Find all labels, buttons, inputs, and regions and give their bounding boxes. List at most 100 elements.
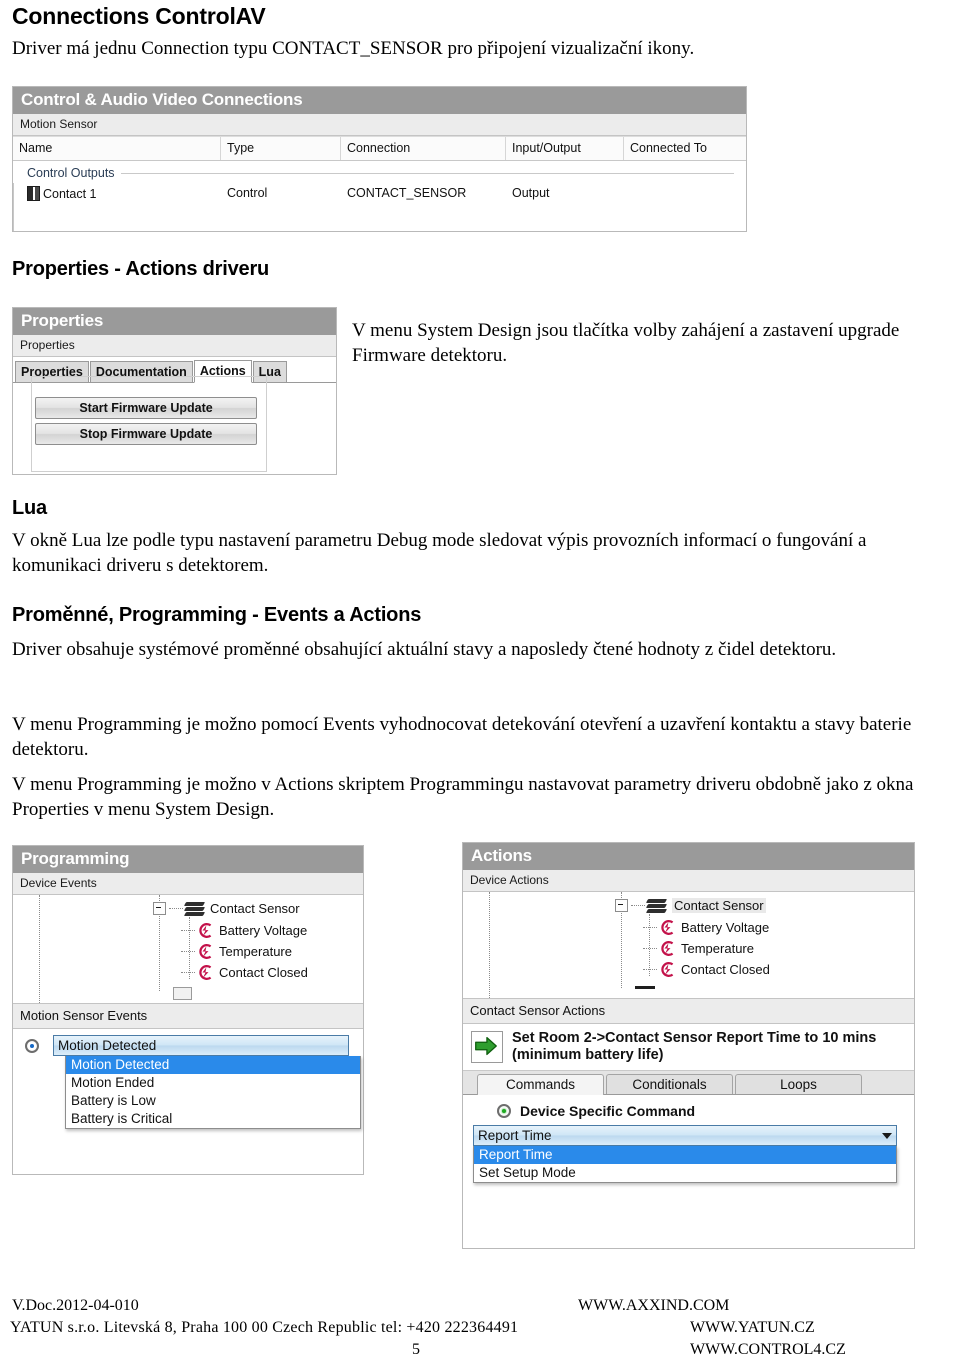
tab-conditionals[interactable]: Conditionals <box>606 1074 733 1094</box>
section4-paragraph-3: V menu Programming je možno v Actions sk… <box>12 774 914 820</box>
connections-table: Name Type Connection Input/Output Connec… <box>13 136 746 231</box>
cell-connection: CONTACT_SENSOR <box>347 186 467 200</box>
tree-node-contact-sensor[interactable]: Contact Sensor <box>615 898 766 913</box>
tree-dotted-connector <box>181 951 195 952</box>
footer-company-line: YATUN s.r.o. Litevská 8, Praha 100 00 Cz… <box>10 1319 519 1336</box>
cell-input-output: Output <box>512 186 550 200</box>
connections-panel-subtitle: Motion Sensor <box>13 114 746 136</box>
document-page: Connections ControlAV Driver má jednu Co… <box>0 0 960 1368</box>
tree-node-battery-voltage[interactable]: Battery Voltage <box>181 922 307 939</box>
command-combo-value: Report Time <box>478 1128 552 1143</box>
actions-pane-frame <box>31 376 267 472</box>
section4-paragraph-2: V menu Programming je možno pomocí Event… <box>12 714 912 760</box>
page-number: 5 <box>412 1341 420 1358</box>
contact-icon <box>27 186 40 201</box>
tree-partial-expander-icon[interactable] <box>173 987 192 1000</box>
footer-line-3: 5 WWW.CONTROL4.CZ <box>0 1340 960 1360</box>
properties-panel-subtitle: Properties <box>13 335 336 357</box>
connections-group-row: Control Outputs <box>13 161 746 182</box>
tree-node-label: Contact Sensor <box>210 901 300 916</box>
collapse-icon[interactable] <box>153 902 166 915</box>
contact-sensor-icon <box>645 898 668 913</box>
column-header-connected-to[interactable]: Connected To <box>624 137 746 160</box>
tree-dotted-connector <box>169 908 183 909</box>
connections-table-header: Name Type Connection Input/Output Connec… <box>13 136 746 161</box>
group-divider <box>120 172 734 174</box>
event-bolt-icon <box>197 922 214 939</box>
tree-node-label: Temperature <box>681 941 754 956</box>
cell-type: Control <box>227 186 268 200</box>
event-radio-button[interactable] <box>25 1038 39 1053</box>
tree-node-temperature[interactable]: Temperature <box>643 940 754 957</box>
action-bolt-icon <box>659 940 676 957</box>
action-item-row[interactable]: Set Room 2->Contact Sensor Report Time t… <box>463 1024 914 1071</box>
device-specific-command-row[interactable]: Device Specific Command <box>463 1095 914 1125</box>
dropdown-option-battery-is-low[interactable]: Battery is Low <box>66 1092 360 1110</box>
section3-heading: Lua <box>12 497 47 519</box>
tree-scroll-marker <box>635 986 655 989</box>
cell-name-label: Contact 1 <box>43 187 97 201</box>
section2-heading: Properties - Actions driveru <box>12 258 270 280</box>
event-bolt-icon <box>197 964 214 981</box>
dropdown-option-motion-detected[interactable]: Motion Detected <box>66 1056 360 1074</box>
section4-paragraph-1: Driver obsahuje systémové proměnné obsah… <box>12 639 837 660</box>
properties-panel: Properties Properties Properties Documen… <box>12 307 337 475</box>
event-combo-row: Motion Detected <box>13 1035 363 1056</box>
command-dropdown-list[interactable]: Report Time Set Setup Mode <box>473 1146 897 1183</box>
tree-node-contact-closed[interactable]: Contact Closed <box>643 961 770 978</box>
dropdown-option-report-time[interactable]: Report Time <box>474 1146 896 1164</box>
tree-node-label: Battery Voltage <box>219 923 308 938</box>
device-events-tree: Contact Sensor Battery Voltage Temperatu… <box>13 895 363 1003</box>
tree-dotted-connector <box>643 948 657 949</box>
dropdown-option-battery-is-critical[interactable]: Battery is Critical <box>66 1110 360 1128</box>
event-bolt-icon <box>197 943 214 960</box>
command-combo[interactable]: Report Time <box>473 1125 897 1146</box>
column-header-connection[interactable]: Connection <box>341 137 506 160</box>
connections-panel-title: Control & Audio Video Connections <box>13 87 746 114</box>
section4-heading: Proměnné, Programming - Events a Actions <box>12 604 422 626</box>
cell-connected-to <box>624 186 746 201</box>
contact-sensor-icon <box>183 901 206 916</box>
tab-loops[interactable]: Loops <box>735 1074 862 1094</box>
table-row[interactable]: Contact 1 Control CONTACT_SENSOR Output <box>13 182 746 201</box>
tree-node-label: Contact Closed <box>681 962 770 977</box>
column-header-name[interactable]: Name <box>13 137 221 160</box>
tree-dotted-connector <box>643 927 657 928</box>
collapse-icon[interactable] <box>615 899 628 912</box>
tree-guide-line-outer <box>39 895 40 1003</box>
footer-site-control4: WWW.CONTROL4.CZ <box>690 1341 846 1358</box>
tree-node-temperature[interactable]: Temperature <box>181 943 292 960</box>
tab-commands[interactable]: Commands <box>477 1074 604 1095</box>
event-combo-value: Motion Detected <box>58 1038 157 1053</box>
tree-node-contact-closed[interactable]: Contact Closed <box>181 964 308 981</box>
dropdown-option-motion-ended[interactable]: Motion Ended <box>66 1074 360 1092</box>
device-specific-command-label: Device Specific Command <box>520 1103 696 1119</box>
tree-dotted-connector <box>181 930 195 931</box>
footer-site-yatun: WWW.YATUN.CZ <box>690 1319 815 1336</box>
action-item-label: Set Room 2->Contact Sensor Report Time t… <box>512 1030 877 1063</box>
section2-paragraph: V menu System Design jsou tlačítka volby… <box>352 320 900 366</box>
tree-guide-line-outer <box>489 892 490 998</box>
tree-node-contact-sensor[interactable]: Contact Sensor <box>153 901 300 916</box>
doc-version: V.Doc.2012-04-010 <box>12 1297 139 1314</box>
column-header-input-output[interactable]: Input/Output <box>506 137 624 160</box>
chevron-down-icon[interactable] <box>882 1132 892 1139</box>
event-dropdown-list[interactable]: Motion Detected Motion Ended Battery is … <box>65 1056 361 1129</box>
section1-paragraph: Driver má jednu Connection typu CONTACT_… <box>12 38 695 59</box>
table-left-rule <box>13 183 14 231</box>
connections-group-label: Control Outputs <box>27 166 115 180</box>
contact-sensor-actions-subtitle: Contact Sensor Actions <box>463 998 914 1024</box>
dropdown-option-set-setup-mode[interactable]: Set Setup Mode <box>474 1164 896 1182</box>
programming-panel-title: Programming <box>13 846 363 873</box>
tree-dotted-connector <box>643 969 657 970</box>
column-header-type[interactable]: Type <box>221 137 341 160</box>
command-radio-button[interactable] <box>497 1104 511 1118</box>
tree-node-label: Battery Voltage <box>681 920 770 935</box>
actions-tabstrip: Commands Conditionals Loops <box>463 1071 914 1095</box>
action-bolt-icon <box>659 961 676 978</box>
footer-line-1: V.Doc.2012-04-010 WWW.AXXIND.COM <box>0 1296 960 1318</box>
actions-panel-subtitle: Device Actions <box>463 870 914 892</box>
execute-arrow-icon[interactable] <box>471 1031 503 1063</box>
event-combo[interactable]: Motion Detected <box>53 1035 349 1056</box>
tree-node-battery-voltage[interactable]: Battery Voltage <box>643 919 769 936</box>
